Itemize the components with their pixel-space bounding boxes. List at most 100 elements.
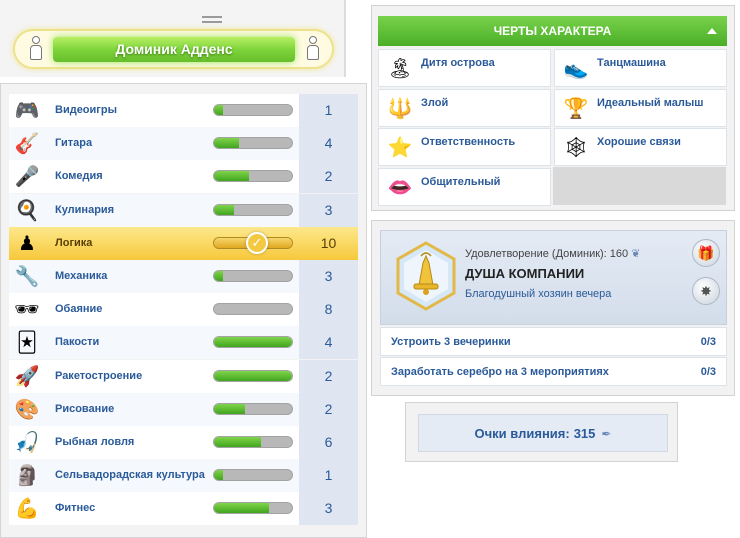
- trait-item[interactable]: 🏝 Дитя острова: [378, 49, 551, 87]
- skills-panel: 🎮 Видеоигры 1 🎸 Гитара 4 🎤 Комедия 2 🍳 Кулинария 3 ♟…: [0, 83, 367, 538]
- gift-icon: 🎁: [697, 245, 715, 261]
- sim-name: Доминик Адденс: [115, 41, 233, 57]
- guitar-icon: 🎸: [14, 133, 40, 156]
- skill-row[interactable]: 🍳 Кулинария 3: [9, 193, 358, 227]
- skill-level: 1: [299, 94, 358, 127]
- aspiration-subtitle: Благодушный хозяин вечера: [465, 288, 612, 300]
- skill-label: Логика: [55, 236, 93, 249]
- influence-panel: Очки влияния: 315 ✒: [405, 402, 678, 462]
- skill-row[interactable]: ♟ Логика ✓ 10: [9, 226, 358, 260]
- pitchfork-icon: 🔱: [387, 97, 413, 120]
- skill-row[interactable]: 🎣 Рыбная ловля 6: [9, 426, 358, 459]
- aspiration-card: Удовлетворение (Доминик): 160 ❦ ДУША КОМ…: [380, 230, 727, 325]
- task-text: Устроить 3 вечеринки: [391, 336, 511, 348]
- aspiration-title: ДУША КОМПАНИИ: [465, 266, 585, 281]
- influence-label: Очки влияния:: [474, 426, 570, 441]
- trophy-icon: 🏆: [563, 97, 589, 120]
- drag-handle[interactable]: [202, 16, 222, 23]
- trait-item[interactable]: 🏆 Идеальный малыш: [554, 88, 727, 127]
- skill-row[interactable]: 💪 Фитнес 3: [9, 492, 358, 526]
- skill-progress-bar: [213, 369, 293, 382]
- muscle-icon: 💪: [14, 498, 40, 521]
- task-text: Заработать серебро на 3 мероприятиях: [391, 366, 609, 378]
- aspiration-task[interactable]: Заработать серебро на 3 мероприятиях 0/3: [380, 357, 727, 386]
- rocket-icon: 🚀: [14, 365, 40, 388]
- chess-pawn-icon: ♟: [18, 232, 36, 255]
- skill-progress-fill: [214, 470, 224, 481]
- skill-progress-fill: [214, 138, 239, 149]
- trait-label: Злой: [421, 96, 449, 109]
- trait-item[interactable]: ⭐ Ответственность: [378, 128, 551, 166]
- skill-row[interactable]: 🎸 Гитара 4: [9, 127, 358, 161]
- skill-label: Обаяние: [55, 303, 103, 316]
- trait-item[interactable]: 👟 Танцмашина: [554, 49, 727, 87]
- skill-progress-fill: [214, 403, 246, 414]
- skill-row[interactable]: 🗿 Сельвадорадская культура 1: [9, 459, 358, 493]
- skill-progress-fill: [214, 503, 269, 514]
- skill-progress-bar: [213, 303, 293, 316]
- skill-level: 8: [299, 293, 358, 327]
- sim-silhouette-icon: [29, 36, 43, 62]
- star-icon: ⭐: [387, 137, 413, 159]
- sneaker-icon: 👟: [563, 58, 589, 80]
- skill-progress-bar: [213, 170, 293, 183]
- skill-label: Гитара: [55, 137, 93, 150]
- island-icon: 🏝: [387, 58, 413, 80]
- task-progress: 0/3: [700, 366, 716, 378]
- skill-progress-bar: [213, 502, 293, 515]
- task-progress: 0/3: [700, 336, 716, 348]
- star-burst-icon: ✸: [700, 283, 712, 299]
- skill-progress-fill: [214, 337, 292, 348]
- skill-row[interactable]: 🚀 Ракетостроение 2: [9, 359, 358, 393]
- web-icon: 🕸: [563, 137, 589, 159]
- traits-header[interactable]: ЧЕРТЫ ХАРАКТЕРА: [378, 16, 727, 46]
- collapse-arrow-icon[interactable]: [707, 28, 717, 34]
- lips-icon: 👄: [387, 176, 413, 199]
- skill-label: Видеоигры: [55, 104, 117, 116]
- aspiration-task[interactable]: Устроить 3 вечеринки 0/3: [380, 327, 727, 356]
- sim-name-bar[interactable]: Доминик Адденс: [13, 29, 334, 69]
- rewards-gift-button[interactable]: 🎁: [692, 239, 720, 267]
- quill-icon: ✒: [601, 427, 612, 441]
- skill-progress-fill: [214, 271, 224, 281]
- skill-level: 6: [299, 426, 358, 459]
- tiki-mask-icon: 🗿: [14, 465, 40, 488]
- skill-level: 2: [299, 392, 358, 426]
- skill-level: 4: [299, 326, 358, 360]
- skill-label: Комедия: [55, 170, 103, 183]
- sim-silhouette-icon[interactable]: [306, 36, 320, 62]
- influence-value: 315: [573, 426, 596, 441]
- skill-row[interactable]: 🎤 Комедия 2: [9, 160, 358, 194]
- trait-label: Хорошие связи: [597, 136, 681, 148]
- skill-progress-bar: [213, 469, 293, 482]
- trait-item[interactable]: 🔱 Злой: [378, 88, 551, 127]
- trait-label: Ответственность: [421, 136, 516, 148]
- trait-label: Дитя острова: [421, 57, 495, 69]
- sunglasses-icon: 🕶: [14, 299, 40, 322]
- skill-row[interactable]: 🕶 Обаяние 8: [9, 293, 358, 327]
- skill-progress-bar: [213, 336, 293, 349]
- skill-row[interactable]: 🃏 Пакости 4: [9, 326, 358, 360]
- influence-points: Очки влияния: 315 ✒: [418, 414, 668, 452]
- skill-label: Механика: [55, 270, 108, 282]
- fishing-icon: 🎣: [14, 432, 40, 454]
- skill-progress-bar: [213, 402, 293, 415]
- trait-item[interactable]: 🕸 Хорошие связи: [554, 128, 727, 166]
- skill-progress-fill: [214, 171, 250, 182]
- maxed-check-icon: ✓: [246, 231, 268, 254]
- trait-item[interactable]: 👄 Общительный: [378, 167, 551, 206]
- skill-level: 3: [299, 260, 358, 293]
- skill-progress-bar: [213, 137, 293, 150]
- skill-row[interactable]: 🎮 Видеоигры 1: [9, 94, 358, 127]
- skill-label: Сельвадорадская культура: [55, 469, 205, 482]
- empty-trait-slot: [553, 167, 726, 205]
- skill-label: Рисование: [55, 402, 115, 415]
- change-aspiration-button[interactable]: ✸: [692, 277, 720, 305]
- trait-label: Идеальный малыш: [597, 96, 704, 109]
- skill-progress-bar: [213, 203, 293, 216]
- skill-level: 3: [299, 492, 358, 526]
- skill-row[interactable]: 🔧 Механика 3: [9, 260, 358, 293]
- skill-progress-fill: [214, 437, 261, 447]
- skill-label: Пакости: [55, 336, 100, 349]
- skill-row[interactable]: 🎨 Рисование 2: [9, 392, 358, 426]
